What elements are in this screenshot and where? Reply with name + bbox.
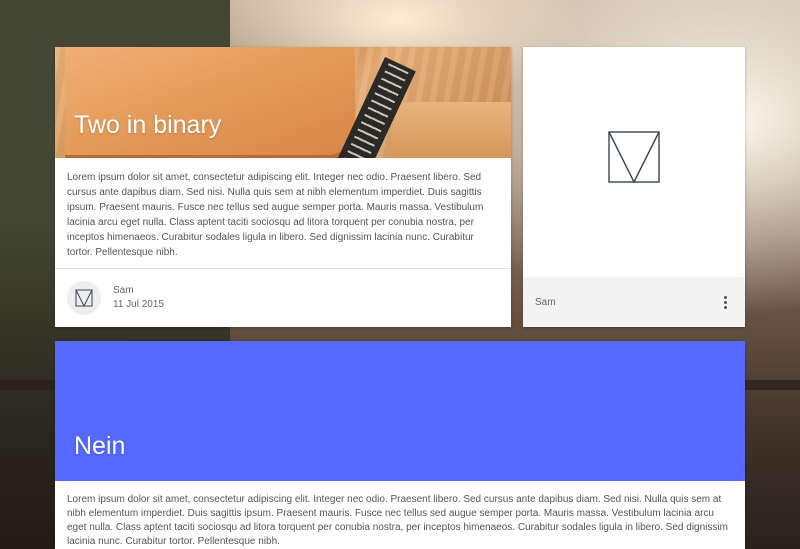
author-name[interactable]: Sam: [113, 284, 164, 298]
more-vertical-icon[interactable]: [717, 292, 733, 312]
post-card-two-in-binary[interactable]: Two in binary Lorem ipsum dolor sit amet…: [55, 47, 511, 327]
card-footer: Sam 11 Jul 2015: [55, 269, 511, 327]
author-name[interactable]: Sam: [535, 297, 556, 308]
card-footer: Sam: [523, 277, 745, 327]
v-logo-icon: [608, 131, 660, 183]
avatar[interactable]: [67, 281, 101, 315]
card-cover-image: Two in binary: [55, 47, 511, 158]
card-title[interactable]: Two in binary: [74, 111, 221, 140]
v-logo-icon: [75, 289, 93, 307]
logo-area: [523, 47, 745, 277]
card-color-header: Nein: [55, 341, 745, 481]
author-info: Sam 11 Jul 2015: [113, 284, 164, 312]
post-date: 11 Jul 2015: [113, 299, 164, 310]
card-excerpt: Lorem ipsum dolor sit amet, consectetur …: [67, 494, 728, 547]
logo-card[interactable]: Sam: [523, 47, 745, 327]
card-excerpt: Lorem ipsum dolor sit amet, consectetur …: [67, 172, 484, 258]
post-card-nein[interactable]: Nein Lorem ipsum dolor sit amet, consect…: [55, 341, 745, 549]
card-title[interactable]: Nein: [74, 432, 125, 461]
